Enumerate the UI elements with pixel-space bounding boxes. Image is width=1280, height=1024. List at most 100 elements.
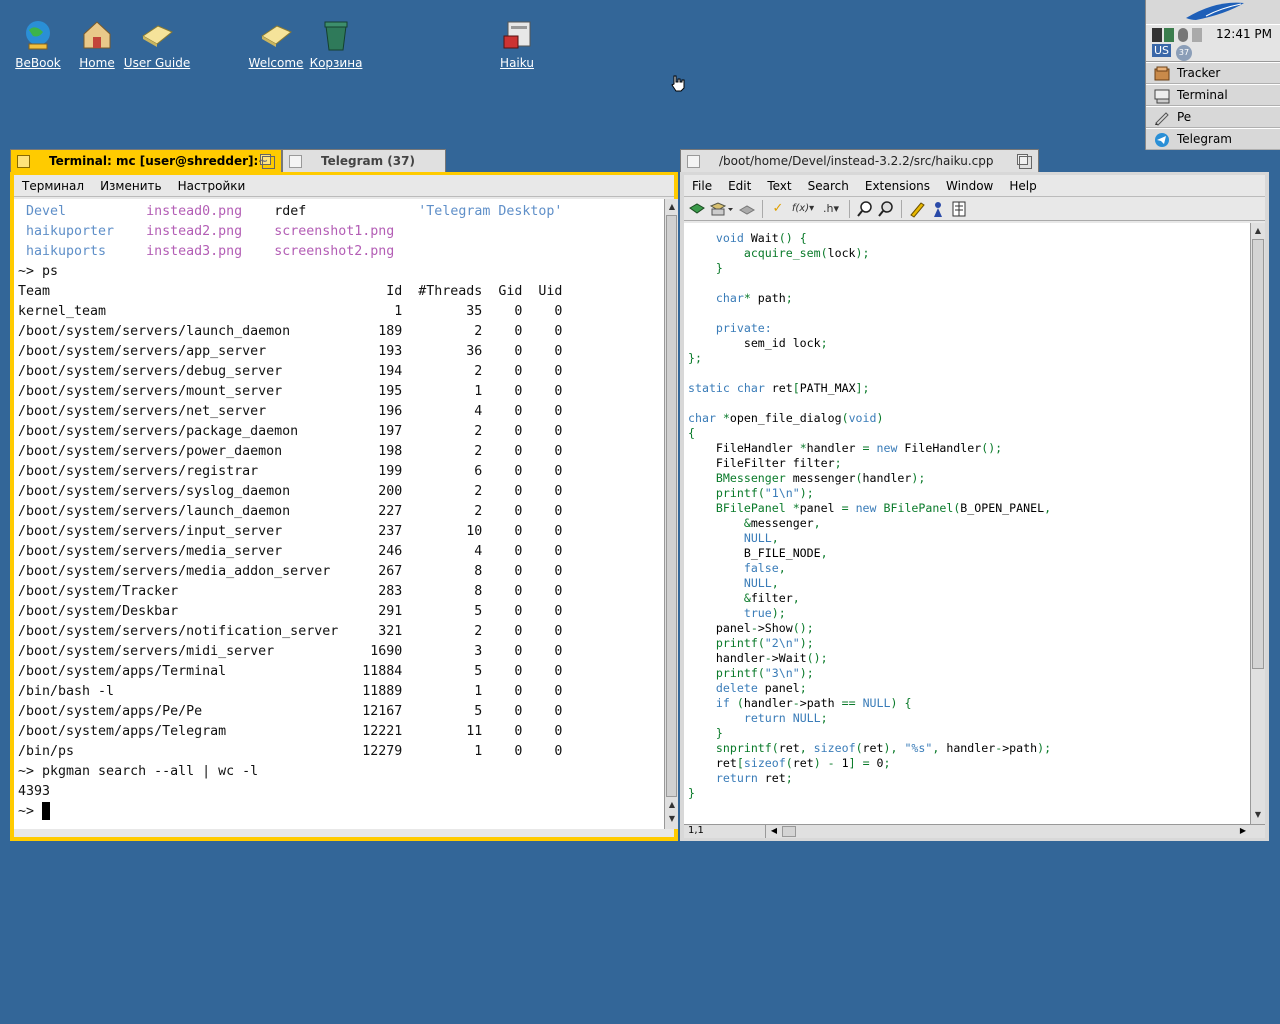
telegram-unread-badge[interactable]: 37 <box>1176 45 1192 61</box>
header-menu-icon[interactable]: .h▾ <box>819 200 843 218</box>
close-icon[interactable] <box>17 155 30 168</box>
menu-file[interactable]: File <box>684 179 720 193</box>
open-icon[interactable] <box>688 200 706 218</box>
scrollbar-thumb[interactable] <box>666 215 677 797</box>
desktop-icon-trash[interactable]: Корзина <box>301 18 371 70</box>
scroll-up-icon[interactable]: ▲ <box>666 799 678 811</box>
code-line: printf("2\n"); <box>715 636 814 650</box>
ps-row: /boot/system/servers/registrar 199 6 0 0 <box>18 464 563 479</box>
ps-row: /boot/system/servers/syslog_daemon 200 2… <box>18 484 563 499</box>
terminal-window-tab[interactable]: Terminal: mc [user@shredder]:~ <box>10 149 282 173</box>
print-icon[interactable] <box>738 200 756 218</box>
function-menu-icon[interactable]: f(x)▾ <box>790 200 816 218</box>
code-line: return NULL; <box>743 711 828 725</box>
deskbar-app-tracker[interactable]: Tracker <box>1146 62 1280 84</box>
scroll-up-icon[interactable]: ▲ <box>666 201 678 213</box>
zoom-icon[interactable] <box>260 154 275 169</box>
pe-window-tab[interactable]: /boot/home/Devel/instead-3.2.2/src/haiku… <box>680 149 1039 173</box>
welcome-icon <box>259 18 293 52</box>
deskbar-leaf-menu[interactable] <box>1146 0 1280 24</box>
horizontal-scrollbar-thumb[interactable] <box>782 826 796 837</box>
code-line: NULL, <box>743 576 779 590</box>
deskbar-app-label: Terminal <box>1177 88 1228 102</box>
terminal-window-title: Terminal: mc [user@shredder]:~ <box>49 154 269 168</box>
telegram-window-tab[interactable]: Telegram (37) <box>282 149 446 173</box>
battery-icon[interactable] <box>1192 28 1202 42</box>
code-line: BMessenger messenger(handler); <box>715 471 926 485</box>
menu-edit[interactable]: Изменить <box>92 179 170 193</box>
scroll-up-icon[interactable]: ▲ <box>1252 225 1264 237</box>
ls-row: haikuporter instead2.png screenshot1.png <box>18 222 664 242</box>
code-line: static char ret[PATH_MAX]; <box>688 381 870 395</box>
tracker-icon <box>1154 66 1170 82</box>
ps-row: /boot/system/servers/net_server 196 4 0 … <box>18 404 563 419</box>
code-line: FileHandler *handler = new FileHandler()… <box>688 441 1003 455</box>
code-line: return ret; <box>715 771 793 785</box>
menu-search[interactable]: Search <box>800 179 857 193</box>
code-line: ​ <box>688 366 1250 381</box>
deskbar-app-telegram[interactable]: Telegram <box>1146 128 1280 150</box>
ps-row: /boot/system/apps/Terminal 11884 5 0 0 <box>18 664 563 679</box>
deskbar-app-terminal[interactable]: Terminal <box>1146 84 1280 106</box>
code-editor[interactable]: void Wait() { acquire_sem(lock); }​ char… <box>684 223 1250 824</box>
ps-row: /boot/system/servers/app_server 193 36 0… <box>18 344 563 359</box>
ls-row: Devel instead0.png rdef 'Telegram Deskto… <box>18 202 664 222</box>
menu-text[interactable]: Text <box>759 179 799 193</box>
process-monitor-icon[interactable] <box>1152 28 1162 42</box>
network-status-icon[interactable] <box>1164 28 1174 42</box>
close-icon[interactable] <box>289 155 302 168</box>
ps-row: /boot/system/servers/media_server 246 4 … <box>18 544 563 559</box>
scrollbar-thumb[interactable] <box>1252 239 1264 669</box>
scroll-down-icon[interactable]: ▼ <box>1252 809 1264 821</box>
ls-entry: rdef <box>274 204 419 219</box>
menu-terminal[interactable]: Терминал <box>14 179 92 193</box>
code-line: BFilePanel *panel = new BFilePanel(B_OPE… <box>715 501 1052 515</box>
deskbar-app-label: Telegram <box>1177 132 1232 146</box>
keyboard-layout-indicator[interactable]: US <box>1152 44 1172 57</box>
command-line: ~> ps <box>18 264 59 279</box>
edit-icon[interactable] <box>908 200 926 218</box>
find-next-icon[interactable] <box>877 200 895 218</box>
info-icon[interactable] <box>929 200 947 218</box>
toolbar-separator <box>762 199 763 218</box>
split-icon[interactable] <box>950 200 968 218</box>
menu-extensions[interactable]: Extensions <box>857 179 938 193</box>
ls-entry: instead0.png <box>146 204 275 219</box>
pe-vertical-scrollbar[interactable]: ▲ ▼ <box>1250 223 1265 824</box>
bebook-globe-icon <box>21 18 55 52</box>
user-guide-icon <box>140 18 174 52</box>
scroll-left-icon[interactable]: ◀ <box>768 825 780 838</box>
ls-entry <box>418 244 594 259</box>
check-icon[interactable]: ✓ <box>769 200 787 218</box>
zoom-icon[interactable] <box>1017 154 1032 169</box>
deskbar-app-pe[interactable]: Pe <box>1146 106 1280 128</box>
toolbar-separator <box>849 199 850 218</box>
terminal-vertical-scrollbar[interactable]: ▲ ▲ ▼ <box>664 199 678 829</box>
pe-editor-window: File Edit Text Search Extensions Window … <box>680 172 1269 841</box>
desktop-icon-label: User Guide <box>123 56 191 70</box>
code-line: ​ <box>688 396 1250 411</box>
scroll-right-icon[interactable]: ▶ <box>1237 825 1249 838</box>
ps-row: /boot/system/servers/debug_server 194 2 … <box>18 364 563 379</box>
code-line: ​ <box>688 306 1250 321</box>
volume-icon[interactable] <box>1178 28 1188 42</box>
code-line: void Wait() { <box>715 231 807 245</box>
find-icon[interactable] <box>856 200 874 218</box>
ps-row: /boot/system/servers/midi_server 1690 3 … <box>18 644 563 659</box>
menu-help[interactable]: Help <box>1001 179 1044 193</box>
terminal-output[interactable]: Devel instead0.png rdef 'Telegram Deskto… <box>14 199 664 829</box>
desktop-icon-haiku[interactable]: Haiku <box>482 18 552 70</box>
menu-settings[interactable]: Настройки <box>170 179 254 193</box>
deskbar-clock[interactable]: 12:41 PM <box>1216 27 1272 41</box>
desktop-icon-user-guide[interactable]: User Guide <box>122 18 192 70</box>
scroll-down-icon[interactable]: ▼ <box>666 813 678 825</box>
terminal-menubar: Терминал Изменить Настройки <box>14 175 674 197</box>
code-line: printf("3\n"); <box>715 666 814 680</box>
menu-window[interactable]: Window <box>938 179 1001 193</box>
desktop-icon-label: Корзина <box>309 56 363 70</box>
close-icon[interactable] <box>687 155 700 168</box>
menu-edit[interactable]: Edit <box>720 179 759 193</box>
code-line: private: <box>715 321 772 335</box>
save-icon[interactable] <box>709 200 735 218</box>
code-line: if (handler->path == NULL) { <box>715 696 912 710</box>
